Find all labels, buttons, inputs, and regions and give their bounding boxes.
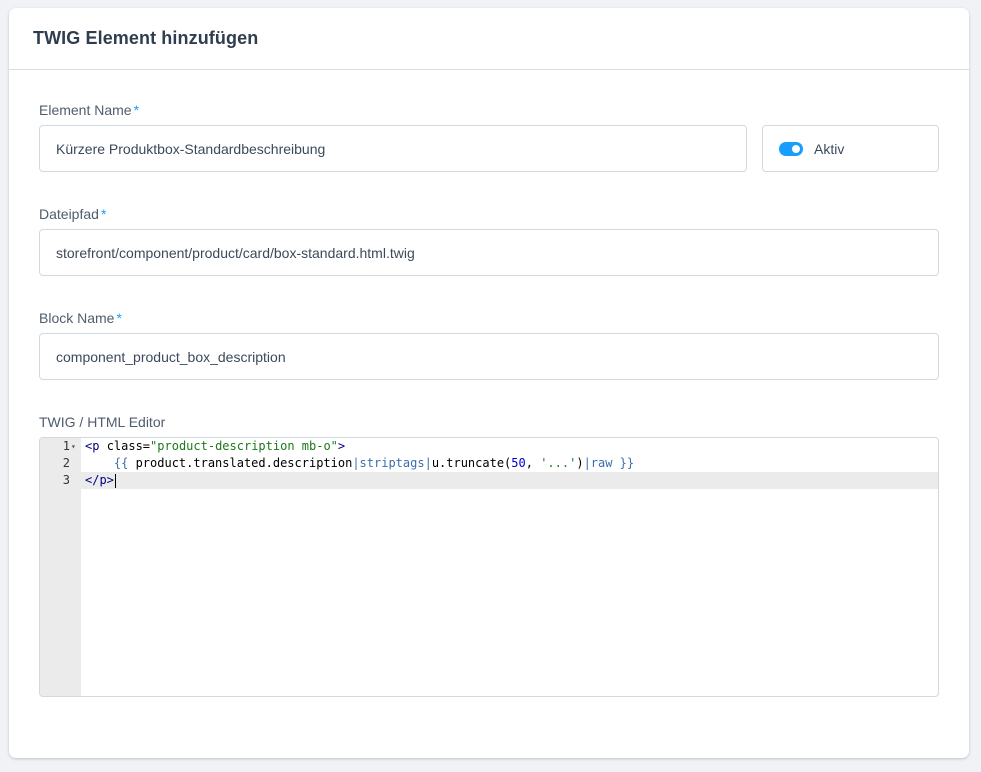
element-name-value: Kürzere Produktbox-Standardbeschreibung — [56, 140, 326, 157]
line-number: 1 — [62, 439, 70, 453]
code-line-1: <p class="product-description mb-o"> — [85, 439, 346, 453]
element-name-input[interactable]: Kürzere Produktbox-Standardbeschreibung — [39, 125, 747, 172]
editor-line-active[interactable]: 3 </p> — [40, 472, 938, 489]
block-name-value: component_product_box_description — [56, 348, 286, 365]
active-label: Aktiv — [814, 140, 845, 157]
file-path-value: storefront/component/product/card/box-st… — [56, 244, 415, 261]
editor-line[interactable]: 1 ▾ <p class="product-description mb-o"> — [40, 438, 938, 455]
block-name-label: Block Name * — [39, 310, 122, 326]
twig-element-card: TWIG Element hinzufügen Element Name * Kü… — [9, 8, 969, 758]
fold-arrow-icon[interactable]: ▾ — [71, 438, 76, 455]
file-path-input[interactable]: storefront/component/product/card/box-st… — [39, 229, 939, 276]
card-title: TWIG Element hinzufügen — [33, 28, 259, 48]
text-cursor — [114, 473, 116, 488]
block-name-input[interactable]: component_product_box_description — [39, 333, 939, 380]
file-path-label: Dateipfad * — [39, 206, 107, 222]
editor-label: TWIG / HTML Editor — [39, 414, 166, 430]
line-number: 2 — [62, 456, 70, 470]
code-editor[interactable]: 1 ▾ <p class="product-description mb-o">… — [39, 437, 939, 697]
active-toggle-field[interactable]: Aktiv — [762, 125, 939, 172]
active-switch[interactable] — [779, 141, 803, 156]
code-line-2: {{ product.translated.description|stript… — [113, 456, 635, 470]
code-line-3: </p> — [85, 473, 116, 488]
element-name-label: Element Name * — [39, 102, 140, 118]
editor-line[interactable]: 2 {{ product.translated.description|stri… — [40, 455, 938, 472]
line-number: 3 — [62, 473, 70, 487]
card-header: TWIG Element hinzufügen — [9, 8, 969, 70]
switch-knob — [792, 144, 800, 153]
